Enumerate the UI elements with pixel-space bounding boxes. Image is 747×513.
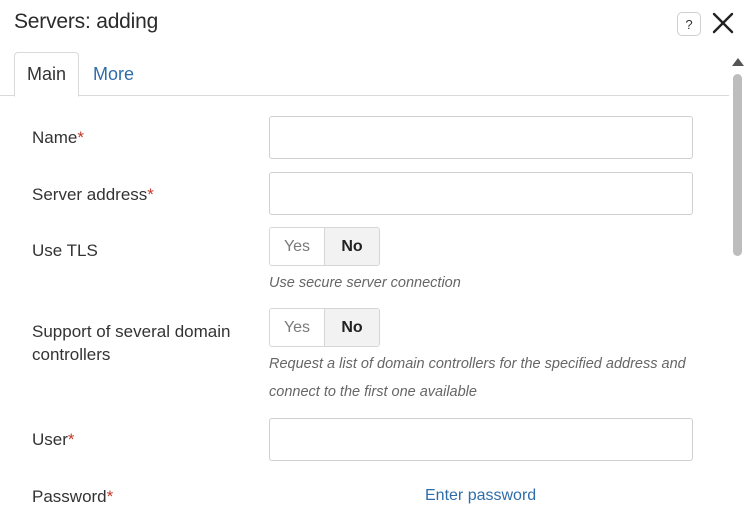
several-controllers-label: Support of several domain controllers <box>32 322 231 364</box>
help-button[interactable]: ? <box>677 12 701 36</box>
user-label: User* <box>32 430 75 449</box>
dialog-title: Servers: adding <box>14 10 159 33</box>
several-controllers-no-option[interactable]: No <box>325 309 379 346</box>
user-input[interactable] <box>269 418 693 461</box>
scroll-up-icon[interactable] <box>732 58 744 66</box>
use-tls-label: Use TLS <box>32 241 98 260</box>
use-tls-yes-option[interactable]: Yes <box>270 228 325 265</box>
several-controllers-toggle: Yes No <box>269 308 380 347</box>
scroll-thumb[interactable] <box>733 74 742 256</box>
server-address-input[interactable] <box>269 172 693 215</box>
scrollbar[interactable] <box>729 54 747 513</box>
password-label: Password* <box>32 487 114 506</box>
use-tls-no-option[interactable]: No <box>325 228 379 265</box>
required-mark: * <box>77 128 84 147</box>
tab-bar: Main More <box>0 48 729 97</box>
close-button[interactable] <box>709 9 737 37</box>
close-icon <box>712 12 734 34</box>
tab-more[interactable]: More <box>93 52 134 96</box>
dialog-header: Servers: adding ? <box>0 0 747 48</box>
required-mark: * <box>106 487 114 506</box>
question-icon: ? <box>685 16 693 32</box>
several-controllers-hint: Request a list of domain controllers for… <box>269 356 686 400</box>
tab-main[interactable]: Main <box>14 52 79 97</box>
form-content: Name* Server address* Use TLS Yes No Use… <box>0 97 729 513</box>
required-mark: * <box>147 185 154 204</box>
enter-password-link[interactable]: Enter password <box>425 487 536 505</box>
use-tls-toggle: Yes No <box>269 227 380 266</box>
several-controllers-yes-option[interactable]: Yes <box>270 309 325 346</box>
name-label: Name* <box>32 128 84 147</box>
use-tls-hint: Use secure server connection <box>269 275 461 291</box>
server-address-label: Server address* <box>32 185 154 204</box>
name-input[interactable] <box>269 116 693 159</box>
required-mark: * <box>67 430 75 449</box>
